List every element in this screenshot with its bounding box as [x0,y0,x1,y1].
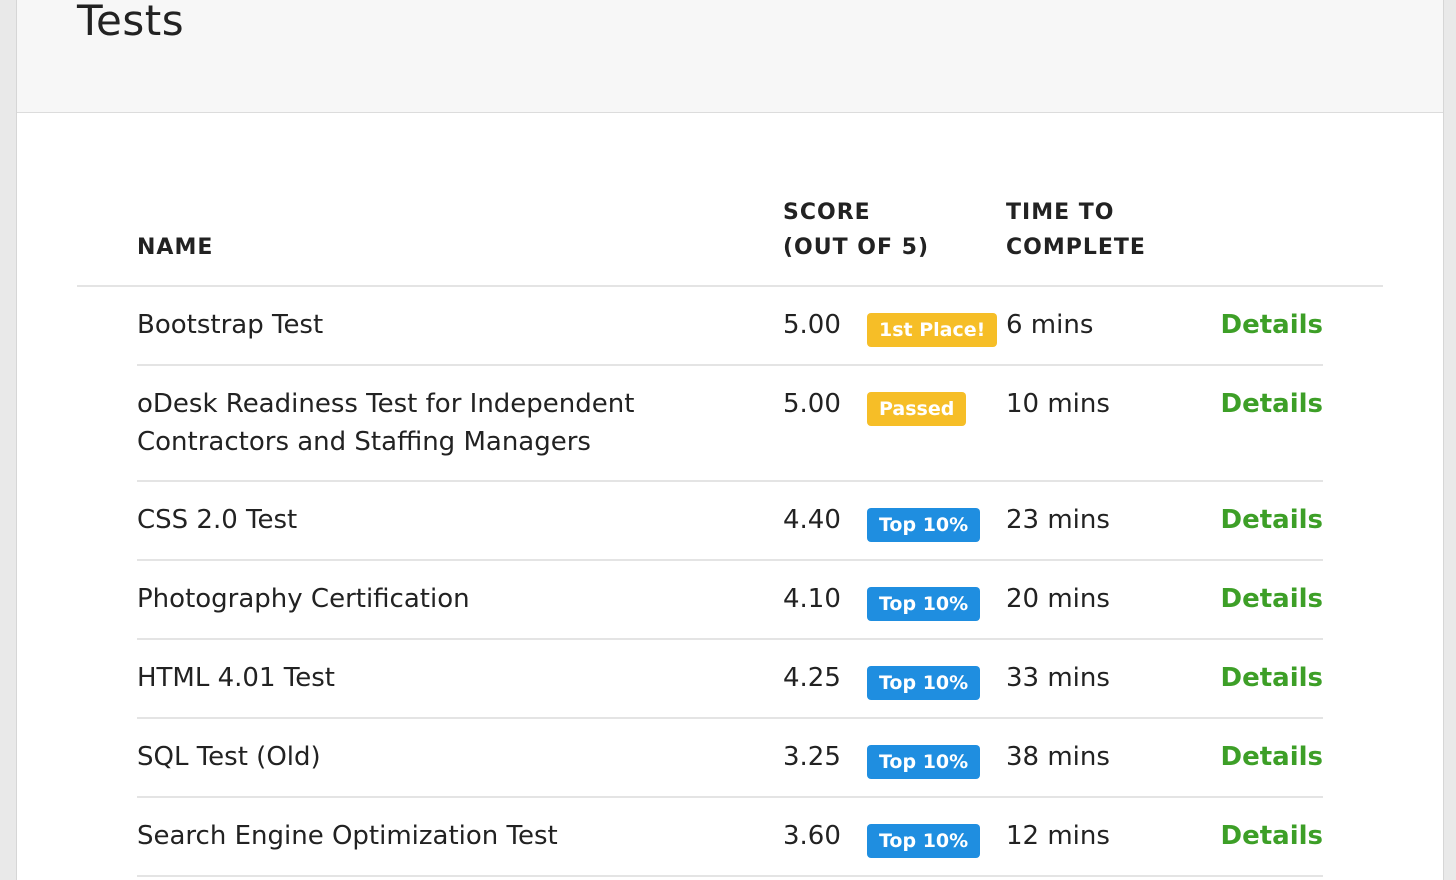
rank-badge: Top 10% [867,824,981,858]
details-link[interactable]: Details [1221,306,1324,344]
column-header-time-line1: TIME TO [1006,200,1115,225]
test-name: oDesk Readiness Test for Independent Con… [137,389,635,457]
test-score: 5.00 [783,310,841,340]
test-name: Bootstrap Test [137,310,324,340]
rank-badge: Top 10% [867,587,981,621]
test-name: Photography Certification [137,584,470,614]
column-header-score-line1: SCORE [783,200,871,225]
test-score: 5.00 [783,389,841,419]
time-to-complete: 12 mins [1006,821,1110,851]
time-to-complete: 20 mins [1006,584,1110,614]
time-to-complete: 33 mins [1006,663,1110,693]
test-name: SQL Test (Old) [137,742,321,772]
time-to-complete: 6 mins [1006,310,1094,340]
time-to-complete: 38 mins [1006,742,1110,772]
test-score: 4.40 [783,505,841,535]
test-score: 4.25 [783,663,841,693]
table-row: HTML 4.01 Test 4.25 Top 10% 33 mins Deta… [137,640,1323,719]
test-score: 3.25 [783,742,841,772]
details-link[interactable]: Details [1221,659,1324,697]
details-link[interactable]: Details [1221,738,1324,776]
page-title: Tests [77,0,185,45]
card-header: Tests [17,0,1443,113]
column-header-name: NAME [137,235,214,260]
table-row: SQL Test (Old) 3.25 Top 10% 38 mins Deta… [137,719,1323,798]
details-link[interactable]: Details [1221,817,1324,855]
rank-badge: Top 10% [867,745,981,779]
details-link[interactable]: Details [1221,580,1324,618]
test-name: HTML 4.01 Test [137,663,335,693]
table-row: oDesk Readiness Test for Independent Con… [137,366,1323,482]
table-row: Photography Certification 4.10 Top 10% 2… [137,561,1323,640]
table-row: Bootstrap Test 5.00 1st Place! 6 mins De… [137,287,1323,366]
time-to-complete: 23 mins [1006,505,1110,535]
time-to-complete: 10 mins [1006,389,1110,419]
test-score: 4.10 [783,584,841,614]
test-name: CSS 2.0 Test [137,505,298,535]
details-link[interactable]: Details [1221,385,1324,423]
column-header-time: TIME TO COMPLETE [1006,195,1206,265]
tests-card: Tests NAME SCORE (OUT OF 5) TIME TO COMP… [16,0,1444,880]
rank-badge: Passed [867,392,967,426]
rank-badge: 1st Place! [867,313,998,347]
details-link[interactable]: Details [1221,501,1324,539]
table-row: Search Engine Optimization Test 3.60 Top… [137,798,1323,877]
column-header-score-line2: (OUT OF 5) [783,235,930,260]
test-name: Search Engine Optimization Test [137,821,558,851]
column-header-score: SCORE (OUT OF 5) [783,195,983,265]
test-score: 3.60 [783,821,841,851]
table-row: CSS 2.0 Test 4.40 Top 10% 23 mins Detail… [137,482,1323,561]
rank-badge: Top 10% [867,666,981,700]
column-header-time-line2: COMPLETE [1006,235,1146,260]
rank-badge: Top 10% [867,508,981,542]
